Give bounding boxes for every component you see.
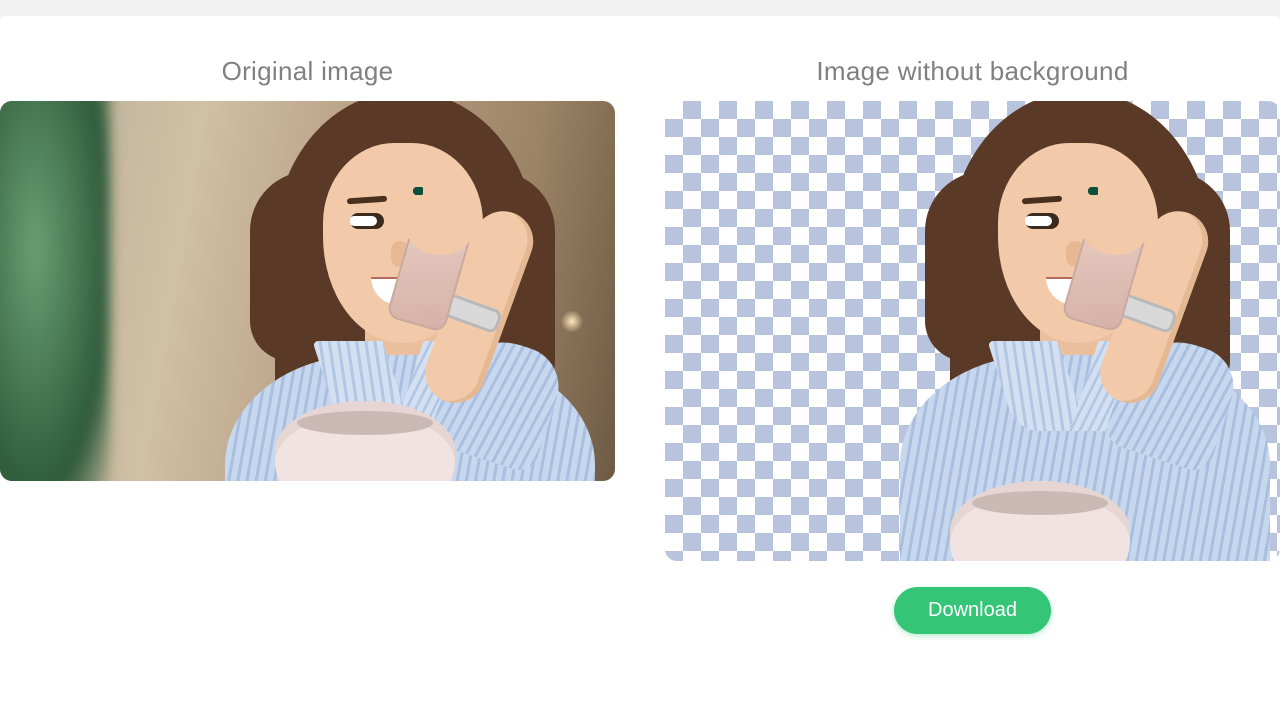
removed-heading: Image without background: [816, 56, 1128, 87]
original-column: Original image: [0, 56, 615, 481]
comparison-columns: Original image: [0, 56, 1280, 634]
plant-blur: [0, 101, 110, 481]
original-heading: Original image: [222, 56, 394, 87]
person-subject: [165, 101, 615, 481]
original-image-preview: [0, 101, 615, 481]
person-subject-cutout: [840, 101, 1280, 561]
removed-bg-column: Image without background: [665, 56, 1280, 634]
removed-bg-image-preview: [665, 101, 1280, 561]
download-button[interactable]: Download: [894, 587, 1051, 634]
page-card: Original image: [0, 16, 1280, 720]
